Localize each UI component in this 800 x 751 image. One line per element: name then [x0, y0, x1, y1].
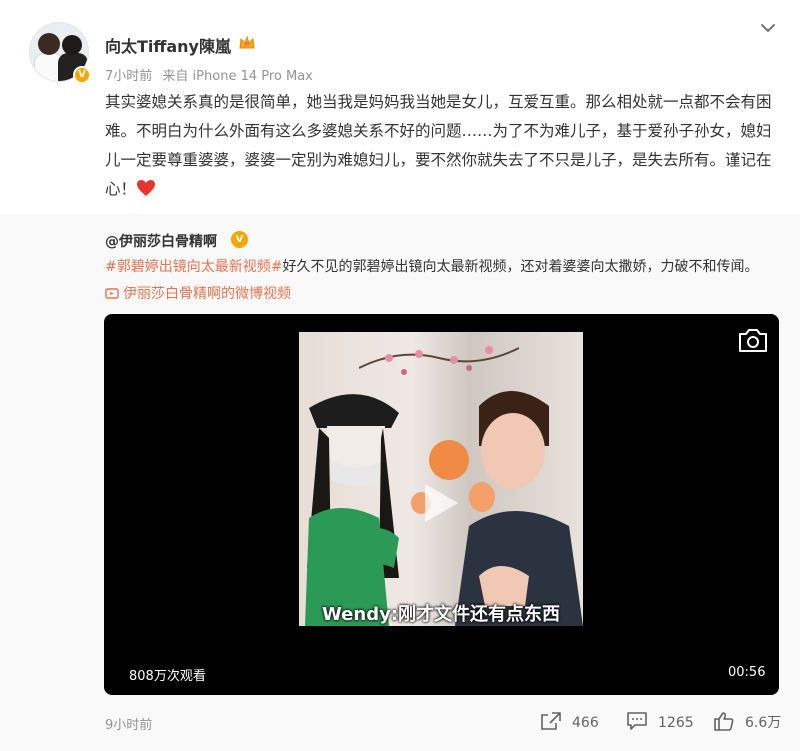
- comment-button[interactable]: 1265: [626, 711, 694, 731]
- camera-icon[interactable]: [737, 326, 769, 354]
- post-time[interactable]: 7小时前: [105, 69, 152, 84]
- video-player[interactable]: Wendy:刚才文件还有点东西 808万次观看 00:56: [104, 314, 779, 695]
- repost-username[interactable]: @伊丽莎白骨精啊: [105, 231, 217, 251]
- repost-body: 好久不见的郭碧婷出镜向太最新视频，还对着婆婆向太撒娇，力破不和传闻。: [282, 259, 759, 275]
- post-meta: 7小时前 来自 iPhone 14 Pro Max: [105, 65, 319, 84]
- crown-icon: [239, 35, 255, 49]
- share-icon: [541, 712, 561, 730]
- woman-short-hair-figure: [455, 391, 583, 626]
- video-link-label: 伊丽莎白骨精啊的微博视频: [123, 286, 291, 302]
- hashtag-link[interactable]: #郭碧婷出镜向太最新视频#: [105, 259, 282, 275]
- comment-count: 1265: [658, 715, 694, 731]
- video-link-icon: [105, 288, 119, 299]
- weibo-card: V 向太Tiffany陳嵐 7小时前 来自 iPhone 14 Pro Max …: [0, 0, 800, 751]
- comment-icon: [627, 712, 647, 730]
- video-views: 808万次观看: [129, 669, 206, 684]
- thumbs-up-icon: [714, 712, 734, 731]
- post-username[interactable]: 向太Tiffany陳嵐: [105, 33, 231, 57]
- heart-icon: [137, 180, 156, 196]
- original-post: V 向太Tiffany陳嵐 7小时前 来自 iPhone 14 Pro Max …: [0, 0, 800, 214]
- chevron-down-icon[interactable]: [758, 18, 778, 38]
- video-duration: 00:56: [728, 665, 766, 680]
- post-text: 其实婆媳关系真的是很简单，她当我是妈妈我当她是女儿，互爱互重。那么相处就一点都不…: [105, 88, 785, 204]
- repost-time[interactable]: 9小时前: [105, 714, 152, 733]
- video-caption: Wendy:刚才文件还有点东西: [321, 604, 561, 625]
- video-frame: Wendy:刚才文件还有点东西: [299, 332, 583, 626]
- verified-badge-icon: V: [73, 66, 91, 84]
- woman-with-hat-figure: [305, 394, 399, 626]
- like-count: 6.6万: [745, 715, 782, 731]
- repost-count: 466: [572, 715, 599, 731]
- video-link[interactable]: 伊丽莎白骨精啊的微博视频: [105, 286, 291, 302]
- post-source: 来自 iPhone 14 Pro Max: [162, 69, 313, 84]
- repost-text: #郭碧婷出镜向太最新视频#好久不见的郭碧婷出镜向太最新视频，还对着婆婆向太撒娇，…: [105, 254, 785, 308]
- like-button[interactable]: 6.6万: [713, 711, 781, 732]
- verified-badge-icon: V: [231, 231, 248, 248]
- play-icon[interactable]: [421, 481, 461, 525]
- repost-button[interactable]: 466: [540, 711, 599, 731]
- post-text-body: 其实婆媳关系真的是很简单，她当我是妈妈我当她是女儿，互爱互重。那么相处就一点都不…: [105, 93, 772, 198]
